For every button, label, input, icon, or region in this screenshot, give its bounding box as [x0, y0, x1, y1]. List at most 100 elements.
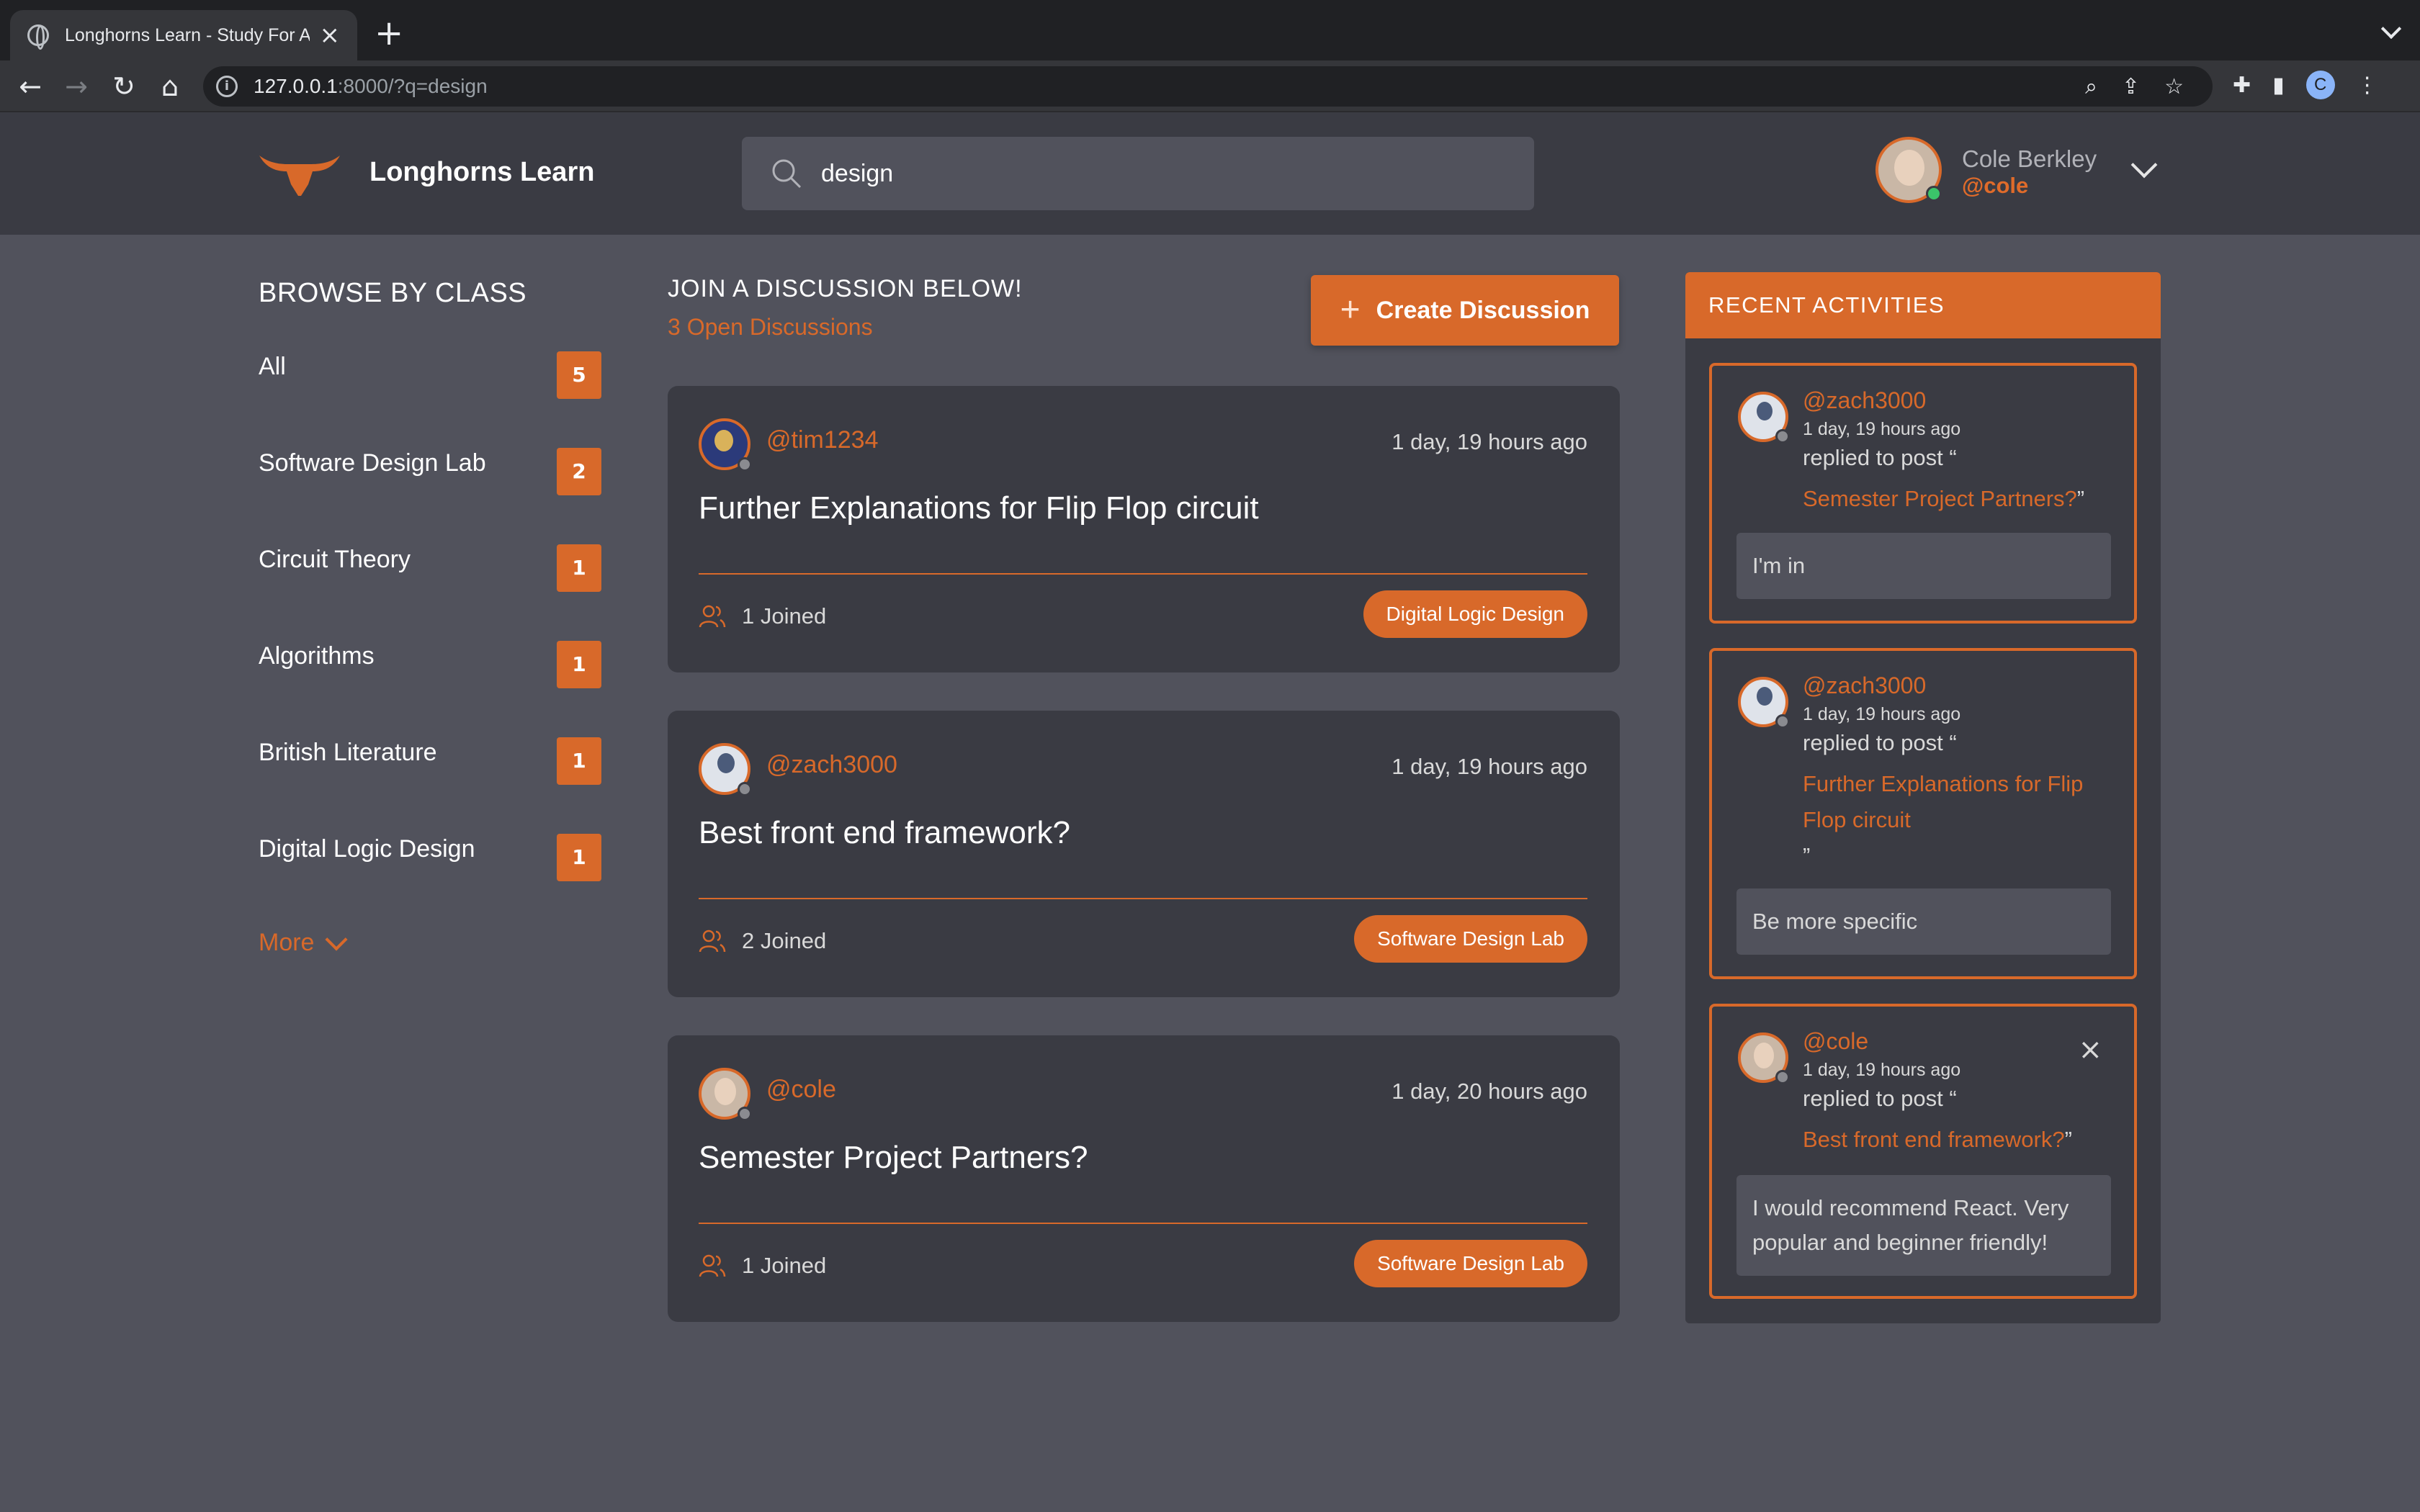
- zoom-icon[interactable]: ⌕: [2085, 74, 2097, 99]
- discussion-card[interactable]: @cole 1 day, 20 hours ago Semester Proje…: [668, 1035, 1620, 1322]
- activity-avatar[interactable]: [1738, 677, 1790, 729]
- online-status-dot: [1926, 186, 1942, 202]
- class-label: All: [259, 353, 286, 380]
- bookmark-star-icon[interactable]: ☆: [2164, 74, 2184, 99]
- brand-name[interactable]: Longhorns Learn: [369, 157, 594, 188]
- joined-label: 1 Joined: [742, 1253, 827, 1278]
- sidebar-item-algorithms[interactable]: Algorithms 1: [259, 628, 601, 724]
- browser-profile-avatar[interactable]: C: [2305, 71, 2335, 99]
- recent-activities-title: RECENT ACTIVITIES: [1685, 272, 2161, 338]
- longhorn-logo-icon[interactable]: [258, 148, 341, 199]
- joined-count: 1 Joined: [699, 603, 826, 629]
- recent-activities-panel: RECENT ACTIVITIES @zach3000 1 day, 19 ho…: [1685, 272, 2161, 1323]
- class-tag[interactable]: Software Design Lab: [1354, 1240, 1587, 1287]
- close-tab-icon[interactable]: ×: [320, 23, 341, 48]
- back-arrow-icon[interactable]: ←: [14, 71, 46, 102]
- post-title[interactable]: Best front end framework?: [699, 815, 1070, 851]
- post-author-avatar[interactable]: [699, 1068, 752, 1121]
- sidebar-item-software-design-lab[interactable]: Software Design Lab 2: [259, 435, 601, 531]
- site-info-icon[interactable]: i: [216, 76, 238, 97]
- activity-reply: I would recommend React. Very popular an…: [1736, 1175, 2111, 1276]
- home-icon[interactable]: ⌂: [154, 71, 186, 102]
- class-count-badge: 1: [557, 641, 601, 688]
- user-menu[interactable]: Cole Berkley @cole: [1876, 137, 2164, 209]
- browse-title: BROWSE BY CLASS: [259, 278, 527, 308]
- new-tab-icon[interactable]: +: [375, 16, 403, 50]
- side-panel-icon[interactable]: ▮: [2272, 73, 2285, 98]
- browser-tabstrip: Longhorns Learn - Study For A × +: [0, 0, 2420, 60]
- activity-user[interactable]: @zach3000: [1803, 672, 1926, 699]
- activity-post-link[interactable]: Semester Project Partners?”: [1803, 481, 2105, 517]
- search-input[interactable]: [821, 159, 1469, 188]
- chevron-down-icon: [325, 927, 349, 951]
- class-count-badge: 1: [557, 544, 601, 592]
- post-author-avatar[interactable]: [699, 743, 752, 796]
- post-title[interactable]: Further Explanations for Flip Flop circu…: [699, 490, 1259, 526]
- create-discussion-label: Create Discussion: [1376, 296, 1590, 324]
- status-dot: [1775, 1070, 1790, 1084]
- sidebar-item-all[interactable]: All 5: [259, 338, 601, 435]
- joined-label: 2 Joined: [742, 928, 827, 953]
- activity-item: @zach3000 1 day, 19 hours ago replied to…: [1709, 363, 2137, 624]
- more-label: More: [259, 929, 315, 956]
- activity-action: replied to post “: [1803, 445, 1957, 470]
- browser-menu-icon[interactable]: ⋮: [2357, 73, 2378, 98]
- sidebar-item-digital-logic-design[interactable]: Digital Logic Design 1: [259, 821, 601, 917]
- post-author-handle[interactable]: @cole: [766, 1076, 836, 1104]
- discussion-card[interactable]: @zach3000 1 day, 19 hours ago Best front…: [668, 711, 1620, 997]
- close-icon[interactable]: ×: [2078, 1035, 2102, 1064]
- post-author-avatar[interactable]: [699, 418, 752, 472]
- post-timestamp: 1 day, 20 hours ago: [1392, 1079, 1587, 1104]
- address-url: 127.0.0.1:8000/?q=design: [254, 75, 488, 97]
- activity-avatar[interactable]: [1738, 1032, 1790, 1084]
- create-discussion-button[interactable]: + Create Discussion: [1311, 275, 1619, 346]
- users-icon: [699, 930, 726, 953]
- activity-time: 1 day, 19 hours ago: [1803, 1060, 1961, 1080]
- tab-search-chevron-icon[interactable]: [2380, 18, 2402, 40]
- plus-icon: +: [1340, 291, 1361, 329]
- activity-reply: Be more specific: [1736, 888, 2111, 955]
- joined-label: 1 Joined: [742, 603, 827, 629]
- activity-avatar[interactable]: [1738, 392, 1790, 444]
- post-author-handle[interactable]: @zach3000: [766, 751, 897, 779]
- activity-post-link[interactable]: Further Explanations for Flip Flop circu…: [1803, 766, 2105, 874]
- class-count-badge: 1: [557, 737, 601, 785]
- user-avatar[interactable]: [1876, 137, 1942, 203]
- post-title[interactable]: Semester Project Partners?: [699, 1140, 1088, 1176]
- status-dot: [1775, 714, 1790, 729]
- search-box[interactable]: [742, 137, 1534, 210]
- divider: [699, 573, 1587, 575]
- class-tag[interactable]: Software Design Lab: [1354, 915, 1587, 963]
- app-header: Longhorns Learn Cole Berkley @cole: [0, 112, 2420, 235]
- divider: [699, 898, 1587, 899]
- class-count-badge: 1: [557, 834, 601, 881]
- chevron-down-icon[interactable]: [2130, 151, 2158, 179]
- users-icon: [699, 605, 726, 628]
- address-bar[interactable]: i 127.0.0.1:8000/?q=design ⌕ ⇪ ☆: [203, 66, 2213, 107]
- extensions-puzzle-icon[interactable]: ✚: [2233, 73, 2251, 98]
- activity-item: @zach3000 1 day, 19 hours ago replied to…: [1709, 648, 2137, 979]
- feed-heading: JOIN A DISCUSSION BELOW!: [668, 275, 1023, 302]
- activity-action: replied to post “: [1803, 730, 1957, 755]
- sidebar-item-circuit-theory[interactable]: Circuit Theory 1: [259, 531, 601, 628]
- sidebar-item-british-literature[interactable]: British Literature 1: [259, 724, 601, 821]
- share-icon[interactable]: ⇪: [2122, 74, 2140, 99]
- reload-icon[interactable]: ↻: [108, 71, 140, 102]
- class-label: Algorithms: [259, 642, 375, 670]
- more-classes-button[interactable]: More: [259, 927, 349, 957]
- divider: [699, 1223, 1587, 1224]
- activity-post-link[interactable]: Best front end framework?”: [1803, 1122, 2105, 1158]
- discussion-card[interactable]: @tim1234 1 day, 19 hours ago Further Exp…: [668, 386, 1620, 672]
- activity-action: replied to post “: [1803, 1086, 1957, 1111]
- browser-tab[interactable]: Longhorns Learn - Study For A ×: [10, 10, 357, 60]
- activity-reply: I'm in: [1736, 533, 2111, 599]
- post-author-handle[interactable]: @tim1234: [766, 426, 878, 454]
- user-handle: @cole: [1962, 173, 2029, 198]
- forward-arrow-icon[interactable]: →: [60, 71, 92, 102]
- activity-user[interactable]: @cole: [1803, 1028, 1868, 1055]
- user-name: Cole Berkley: [1962, 145, 2097, 172]
- activity-user[interactable]: @zach3000: [1803, 387, 1926, 414]
- globe-icon: [27, 24, 49, 50]
- class-tag[interactable]: Digital Logic Design: [1363, 590, 1587, 638]
- search-icon: [772, 159, 802, 189]
